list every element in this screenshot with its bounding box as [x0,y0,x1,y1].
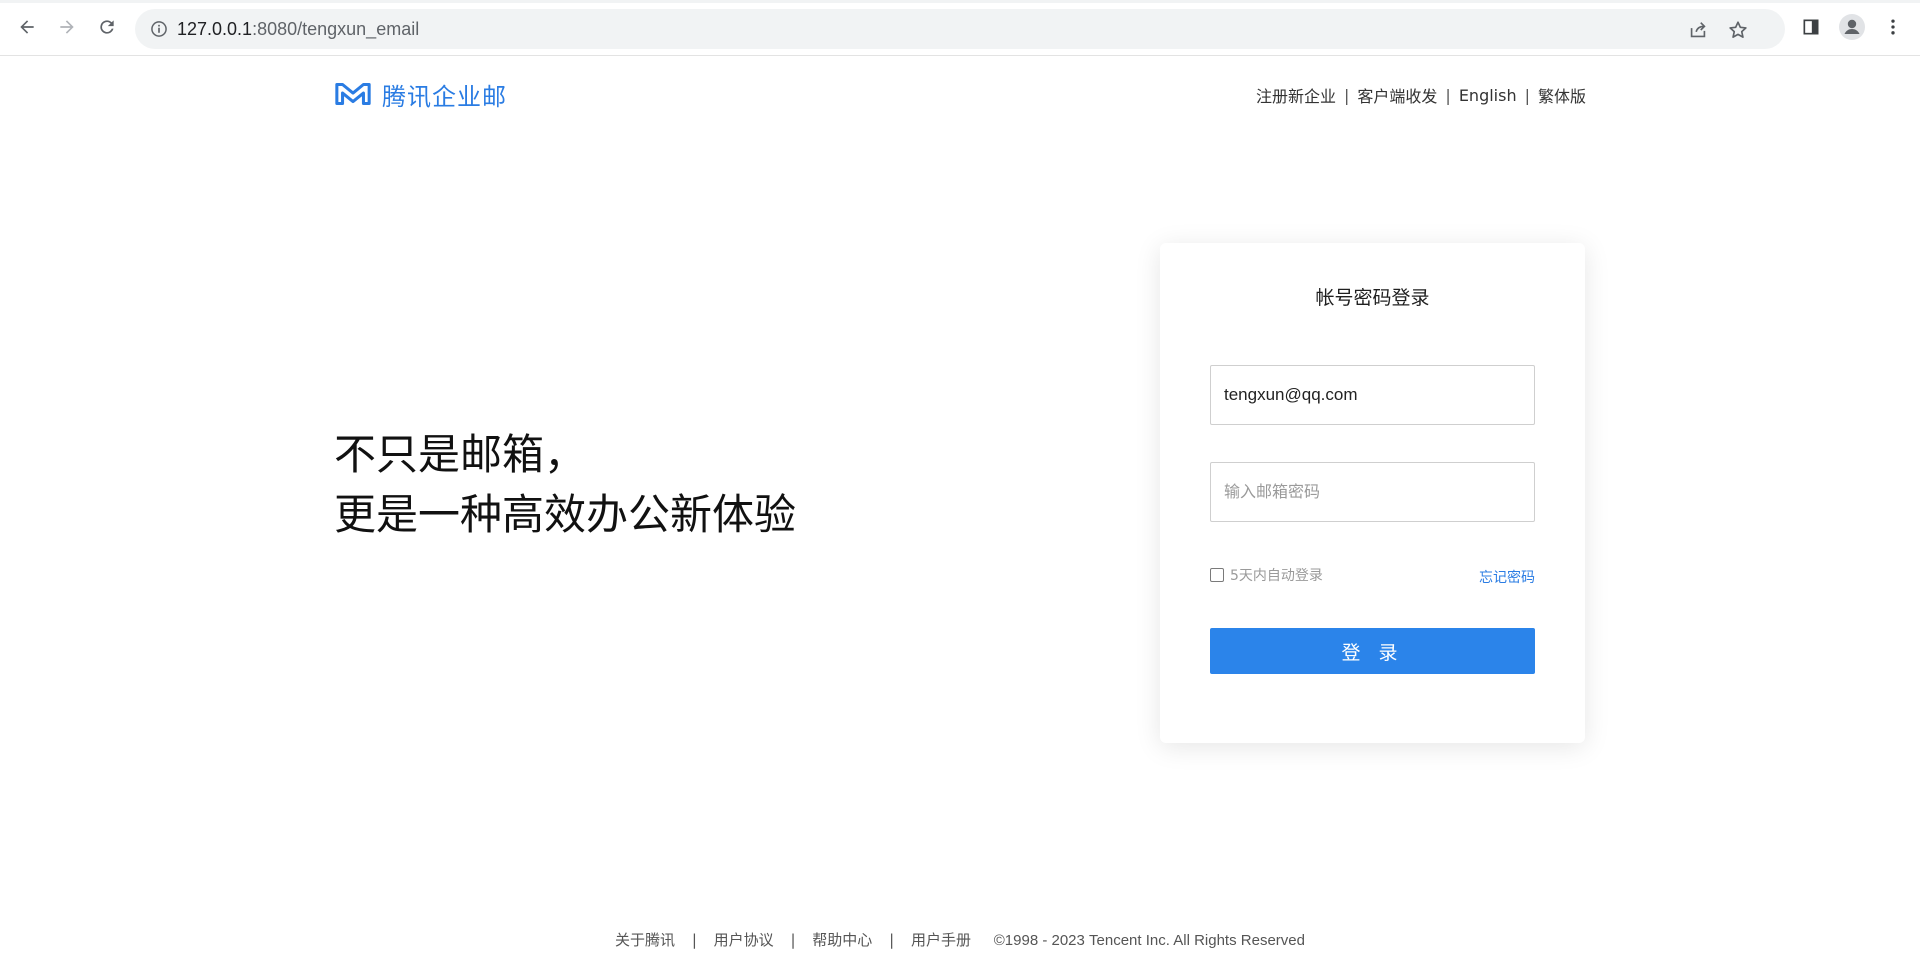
remember-me[interactable]: 5天内自动登录 [1210,565,1323,585]
reload-icon [100,20,114,34]
tab-strip-edge [0,0,1920,3]
tencent-exmail-logo-icon [335,82,371,106]
url-path: :8080/tengxun_email [252,19,420,39]
english-link[interactable]: English [1459,86,1517,105]
client-mail-link[interactable]: 客户端收发 [1357,83,1437,107]
link-separator: | [1344,85,1350,105]
user-manual-link[interactable]: 用户手册 [911,931,971,949]
footer-separator: | [691,931,697,949]
footer: 关于腾讯 | 用户协议 | 帮助中心 | 用户手册 ©1998 - 2023 T… [0,929,1920,950]
address-bar[interactable]: 127.0.0.1:8080/tengxun_email [135,9,1785,49]
remember-label: 5天内自动登录 [1230,568,1323,584]
login-card: 帐号密码登录 5天内自动登录 忘记密码 登 录 [1160,243,1585,743]
slogan-line-2: 更是一种高效办公新体验 [334,490,797,539]
header-links: 注册新企业 | 客户端收发 | English | 繁体版 [1256,83,1586,107]
copyright: ©1998 - 2023 Tencent Inc. All Rights Res… [993,932,1305,949]
profile-button[interactable] [1839,14,1865,40]
profile-avatar-icon [1839,14,1865,40]
menu-button[interactable] [1880,14,1906,40]
brand-logo[interactable]: 腾讯企业邮 [334,78,507,111]
side-panel-button[interactable] [1798,14,1824,40]
side-panel-icon [1803,19,1819,35]
about-tencent-link[interactable]: 关于腾讯 [615,931,675,949]
forward-button[interactable] [52,12,82,42]
password-input[interactable] [1210,462,1535,522]
login-title: 帐号密码登录 [1315,287,1430,309]
slogan: 不只是邮箱， 更是一种高效办公新体验 [334,425,796,545]
email-input[interactable] [1210,365,1535,425]
user-agreement-link[interactable]: 用户协议 [714,931,774,949]
back-button[interactable] [12,12,42,42]
link-separator: | [1445,85,1451,105]
link-separator: | [1524,85,1530,105]
info-icon[interactable] [149,19,169,39]
kebab-menu-icon [1891,19,1895,35]
bookmark-star-icon[interactable] [1727,19,1749,41]
slogan-line-1: 不只是邮箱， [334,430,587,479]
traditional-chinese-link[interactable]: 繁体版 [1538,83,1586,107]
footer-separator: | [889,931,895,949]
browser-toolbar: 127.0.0.1:8080/tengxun_email [0,0,1920,56]
arrow-left-icon [20,20,34,34]
help-center-link[interactable]: 帮助中心 [812,931,872,949]
brand-name: 腾讯企业邮 [382,82,507,111]
url-text[interactable]: 127.0.0.1:8080/tengxun_email [177,19,419,39]
url-host: 127.0.0.1 [177,19,253,39]
footer-separator: | [790,931,796,949]
forgot-password-link[interactable]: 忘记密码 [1479,567,1535,587]
login-button[interactable]: 登 录 [1210,628,1535,674]
share-icon[interactable] [1687,19,1709,41]
register-enterprise-link[interactable]: 注册新企业 [1256,83,1336,107]
remember-checkbox[interactable] [1210,568,1224,582]
arrow-right-icon [60,20,74,34]
reload-button[interactable] [92,12,122,42]
